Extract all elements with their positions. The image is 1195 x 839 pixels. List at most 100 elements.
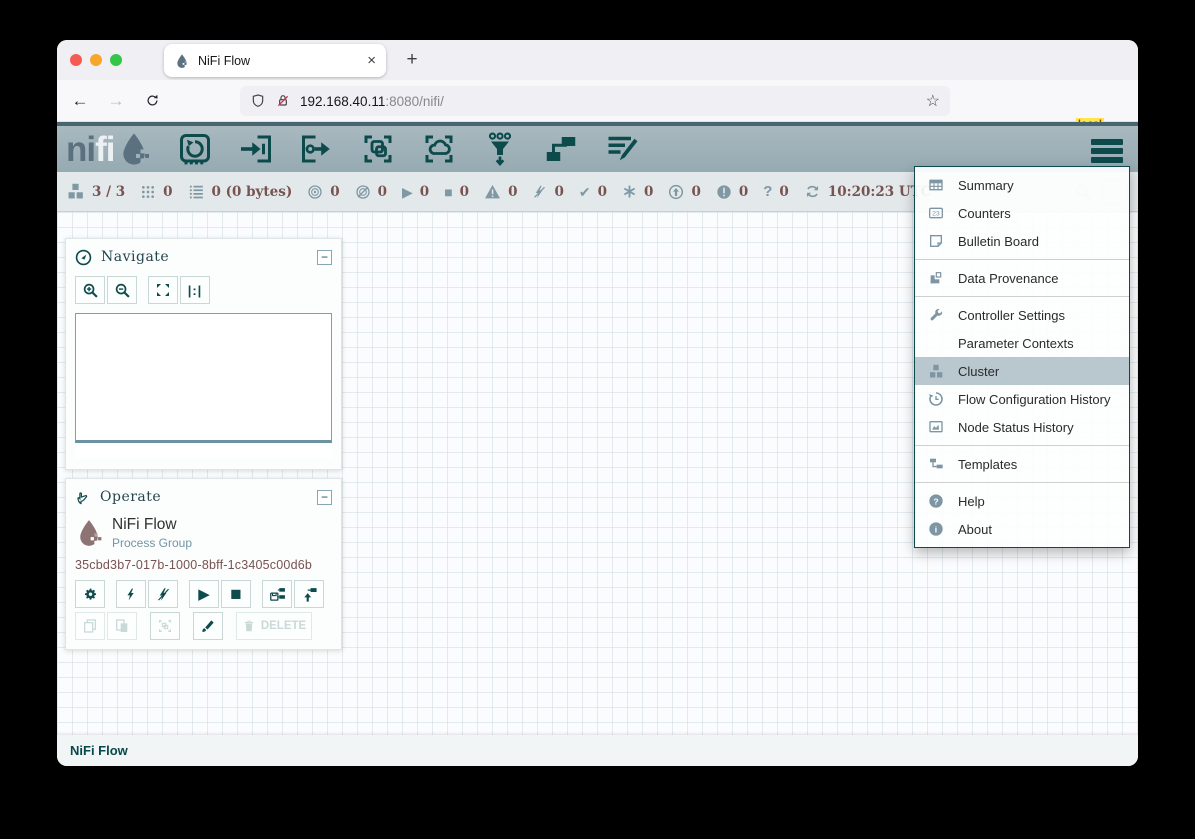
funnel-icon[interactable] <box>482 131 518 167</box>
collapse-navigate-button[interactable]: − <box>317 250 332 265</box>
svg-text:23: 23 <box>932 211 940 218</box>
configure-button[interactable] <box>75 580 105 608</box>
insecure-lock-icon[interactable] <box>275 93 291 109</box>
close-window-button[interactable] <box>70 54 82 66</box>
zoom-window-button[interactable] <box>110 54 122 66</box>
question-icon: ? <box>763 183 772 200</box>
cluster-status: 3 / 3 <box>66 183 125 200</box>
threads-icon <box>140 184 156 200</box>
history-icon <box>927 391 945 407</box>
flow-type: Process Group <box>112 536 192 550</box>
invalid-count: 0 <box>508 184 517 200</box>
copy-icon <box>82 618 98 634</box>
compass-icon <box>75 249 92 266</box>
menu-item-controller-settings[interactable]: Controller Settings <box>915 301 1129 329</box>
disabled-status: 0 <box>532 184 563 200</box>
template-icon[interactable] <box>543 131 579 167</box>
collapse-operate-button[interactable]: − <box>317 490 332 505</box>
processor-icon[interactable] <box>177 131 213 167</box>
menu-item-counters[interactable]: 23 Counters <box>915 199 1129 227</box>
change-color-button[interactable] <box>193 612 223 640</box>
birdseye-view[interactable] <box>75 313 332 443</box>
group-button[interactable] <box>150 612 180 640</box>
svg-text:i: i <box>935 524 937 534</box>
transmitting-status: 0 <box>307 184 339 200</box>
reload-button[interactable] <box>137 86 167 116</box>
menu-item-help[interactable]: ? Help <box>915 487 1129 515</box>
copy-button[interactable] <box>75 612 105 640</box>
global-menu-button[interactable] <box>1091 139 1123 163</box>
close-tab-icon[interactable]: × <box>367 52 376 69</box>
menu-label: Flow Configuration History <box>958 392 1110 407</box>
menu-item-parameter-contexts[interactable]: Parameter Contexts <box>915 329 1129 357</box>
zoom-in-button[interactable] <box>75 276 105 304</box>
delete-label: DELETE <box>261 620 306 632</box>
label-icon[interactable] <box>604 131 640 167</box>
browser-tab[interactable]: NiFi Flow × <box>164 44 386 77</box>
menu-separator <box>915 482 1129 483</box>
menu-item-about[interactable]: i About <box>915 515 1129 543</box>
hand-pointer-icon <box>75 489 91 506</box>
minimize-window-button[interactable] <box>90 54 102 66</box>
menu-item-summary[interactable]: Summary <box>915 171 1129 199</box>
menu-item-node-status-history[interactable]: Node Status History <box>915 413 1129 441</box>
node-status-history-icon <box>927 419 945 435</box>
enable-button[interactable] <box>116 580 146 608</box>
remote-process-group-icon[interactable] <box>421 131 457 167</box>
paste-icon <box>114 618 130 634</box>
shield-icon[interactable] <box>250 93 266 109</box>
input-port-icon[interactable] <box>238 131 274 167</box>
upload-template-button[interactable] <box>294 580 324 608</box>
actual-size-button[interactable]: |:| <box>180 276 210 304</box>
stop-icon: ■ <box>444 185 452 199</box>
process-group-icon[interactable] <box>360 131 396 167</box>
menu-item-flow-configuration-history[interactable]: Flow Configuration History <box>915 385 1129 413</box>
group-selection-icon <box>157 618 173 634</box>
menu-item-templates[interactable]: Templates <box>915 450 1129 478</box>
operate-header: Operate − <box>75 486 332 508</box>
fit-icon <box>155 282 171 298</box>
zoom-out-button[interactable] <box>107 276 137 304</box>
refresh-status: 10:20:23 UTC <box>804 183 932 200</box>
zoom-fit-button[interactable] <box>148 276 178 304</box>
breadcrumb[interactable]: NiFi Flow <box>70 743 128 758</box>
tab-bar: NiFi Flow × + <box>57 40 1138 80</box>
upload-template-icon <box>301 586 318 603</box>
new-tab-button[interactable]: + <box>397 46 427 74</box>
window-controls <box>70 54 122 66</box>
global-menu: Summary 23 Counters Bulletin Board Data … <box>914 166 1130 548</box>
reload-icon <box>145 93 160 108</box>
menu-label: Summary <box>958 178 1014 193</box>
warning-triangle-icon <box>484 184 501 199</box>
back-button[interactable]: ← <box>65 86 95 116</box>
url-text[interactable]: 192.168.40.11:8080/nifi/ <box>300 94 917 109</box>
disable-button[interactable] <box>148 580 178 608</box>
menu-item-cluster[interactable]: Cluster <box>915 357 1129 385</box>
menu-item-data-provenance[interactable]: Data Provenance <box>915 264 1129 292</box>
counters-icon: 23 <box>927 205 945 221</box>
nifi-favicon <box>174 53 190 69</box>
delete-button[interactable]: DELETE <box>236 612 312 640</box>
running-status: ▶ 0 <box>402 184 429 200</box>
transmitting-count: 0 <box>330 184 339 200</box>
summary-icon <box>927 177 945 193</box>
locally-modified-count: 0 <box>644 184 653 200</box>
save-template-button[interactable] <box>262 580 292 608</box>
operate-title: Operate <box>100 489 308 505</box>
up-to-date-count: 0 <box>598 184 607 200</box>
menu-item-bulletin-board[interactable]: Bulletin Board <box>915 227 1129 255</box>
brush-icon <box>200 618 216 634</box>
address-field[interactable]: 192.168.40.11:8080/nifi/ ☆ <box>240 86 950 116</box>
queue-count: 0 (0 bytes) <box>212 184 293 200</box>
invalid-status: 0 <box>484 184 517 200</box>
start-button[interactable]: ▶ <box>189 580 219 608</box>
forward-button[interactable]: → <box>101 86 131 116</box>
logo-text-fi: fi <box>95 132 114 167</box>
output-port-icon[interactable] <box>299 131 335 167</box>
bookmark-star-icon[interactable]: ☆ <box>926 91 940 111</box>
stop-button[interactable]: ■ <box>221 580 251 608</box>
paste-button[interactable] <box>107 612 137 640</box>
refresh-icon[interactable] <box>804 183 821 200</box>
birdseye-slider[interactable] <box>75 446 332 458</box>
gear-icon <box>82 586 98 602</box>
